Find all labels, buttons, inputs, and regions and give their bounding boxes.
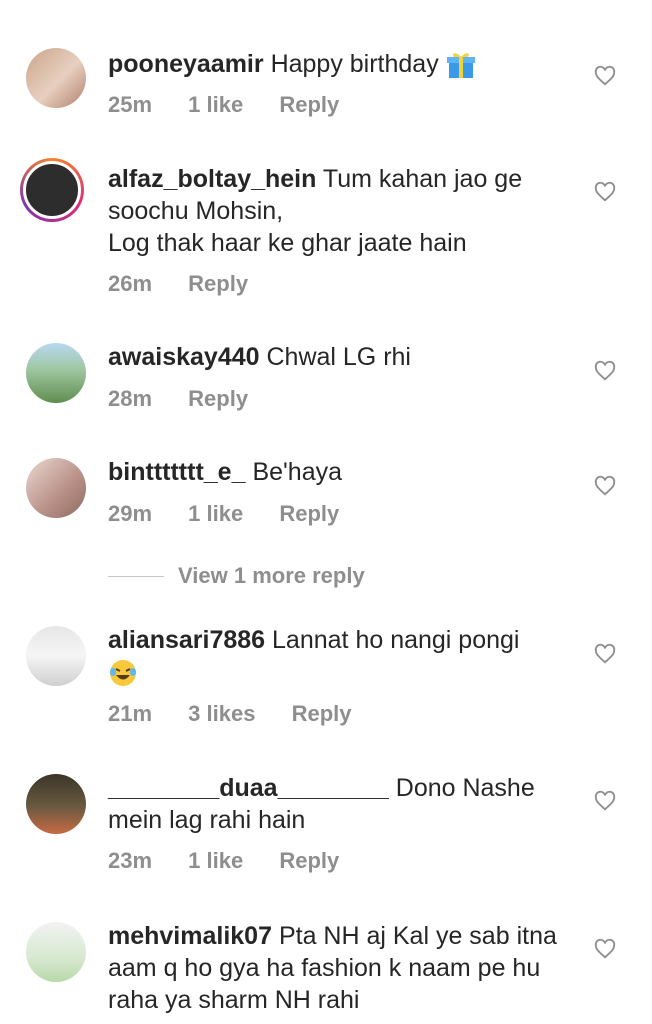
- like-count[interactable]: 1 like: [188, 92, 243, 117]
- comment-body: ________duaa________ Dono Nashe mein lag…: [108, 772, 578, 836]
- timestamp: 23m: [108, 848, 153, 873]
- comment-meta: 25m 1 like Reply: [108, 92, 369, 118]
- heart-icon[interactable]: [594, 475, 616, 497]
- comment-text: Chwal LG rhi: [266, 343, 411, 371]
- avatar[interactable]: [26, 774, 86, 834]
- timestamp: 29m: [108, 501, 153, 526]
- like-count[interactable]: 1 like: [188, 848, 243, 873]
- reply-button[interactable]: Reply: [188, 386, 248, 411]
- heart-icon[interactable]: [594, 65, 616, 87]
- comment-text-line2: Log thak haar ke ghar jaate hain: [108, 229, 467, 257]
- comment-meta: 21m 3 likes Reply: [108, 701, 382, 727]
- divider: [108, 575, 164, 577]
- heart-icon[interactable]: [594, 360, 616, 382]
- avatar[interactable]: [26, 343, 86, 403]
- avatar[interactable]: [26, 922, 86, 982]
- comment-text: Happy birthday: [270, 50, 439, 78]
- timestamp: 25m: [108, 92, 153, 117]
- comment-meta: 29m 1 like Reply: [108, 501, 369, 527]
- comment-meta: 28m Reply: [108, 386, 278, 412]
- comment-body: aliansari7886 Lannat ho nangi pongi: [108, 624, 578, 688]
- comment-body: alfaz_boltay_hein Tum kahan jao ge sooch…: [108, 163, 578, 259]
- view-more-replies-label[interactable]: View 1 more reply: [178, 563, 365, 589]
- timestamp: 26m: [108, 271, 153, 296]
- heart-icon[interactable]: [594, 790, 616, 812]
- reply-button[interactable]: Reply: [188, 271, 248, 296]
- reply-button[interactable]: Reply: [279, 848, 339, 873]
- avatar[interactable]: [26, 626, 86, 686]
- avatar[interactable]: [26, 458, 86, 518]
- username[interactable]: mehvimalik07: [108, 922, 272, 950]
- view-more-replies[interactable]: View 1 more reply: [108, 562, 365, 590]
- comment-text: Lannat ho nangi pongi: [272, 626, 520, 654]
- username[interactable]: binttttttt_e_: [108, 458, 245, 486]
- heart-icon[interactable]: [594, 643, 616, 665]
- comment-body: awaiskay440 Chwal LG rhi: [108, 341, 578, 373]
- timestamp: 28m: [108, 386, 153, 411]
- timestamp: 21m: [108, 701, 153, 726]
- reply-button[interactable]: Reply: [279, 92, 339, 117]
- avatar[interactable]: [26, 48, 86, 108]
- username[interactable]: awaiskay440: [108, 343, 260, 371]
- username[interactable]: alfaz_boltay_hein: [108, 165, 316, 193]
- username[interactable]: pooneyaamir: [108, 50, 264, 78]
- username[interactable]: ________duaa________: [108, 774, 389, 802]
- like-count[interactable]: 3 likes: [188, 701, 255, 726]
- comment-meta: 26m Reply: [108, 271, 278, 297]
- username[interactable]: aliansari7886: [108, 626, 265, 654]
- comment-text: Be'haya: [252, 458, 343, 486]
- avatar[interactable]: [20, 158, 84, 222]
- heart-icon[interactable]: [594, 181, 616, 203]
- heart-icon[interactable]: [594, 938, 616, 960]
- comment-body: binttttttt_e_ Be'haya: [108, 456, 578, 488]
- reply-button[interactable]: Reply: [292, 701, 352, 726]
- reply-button[interactable]: Reply: [279, 501, 339, 526]
- comment-body: pooneyaamir Happy birthday: [108, 48, 578, 80]
- gift-emoji-icon: [446, 53, 475, 79]
- laughing-tears-emoji-icon: [110, 660, 136, 687]
- comment-body: mehvimalik07 Pta NH aj Kal ye sab itna a…: [108, 920, 578, 1016]
- comment-meta: 23m 1 like Reply: [108, 848, 369, 874]
- like-count[interactable]: 1 like: [188, 501, 243, 526]
